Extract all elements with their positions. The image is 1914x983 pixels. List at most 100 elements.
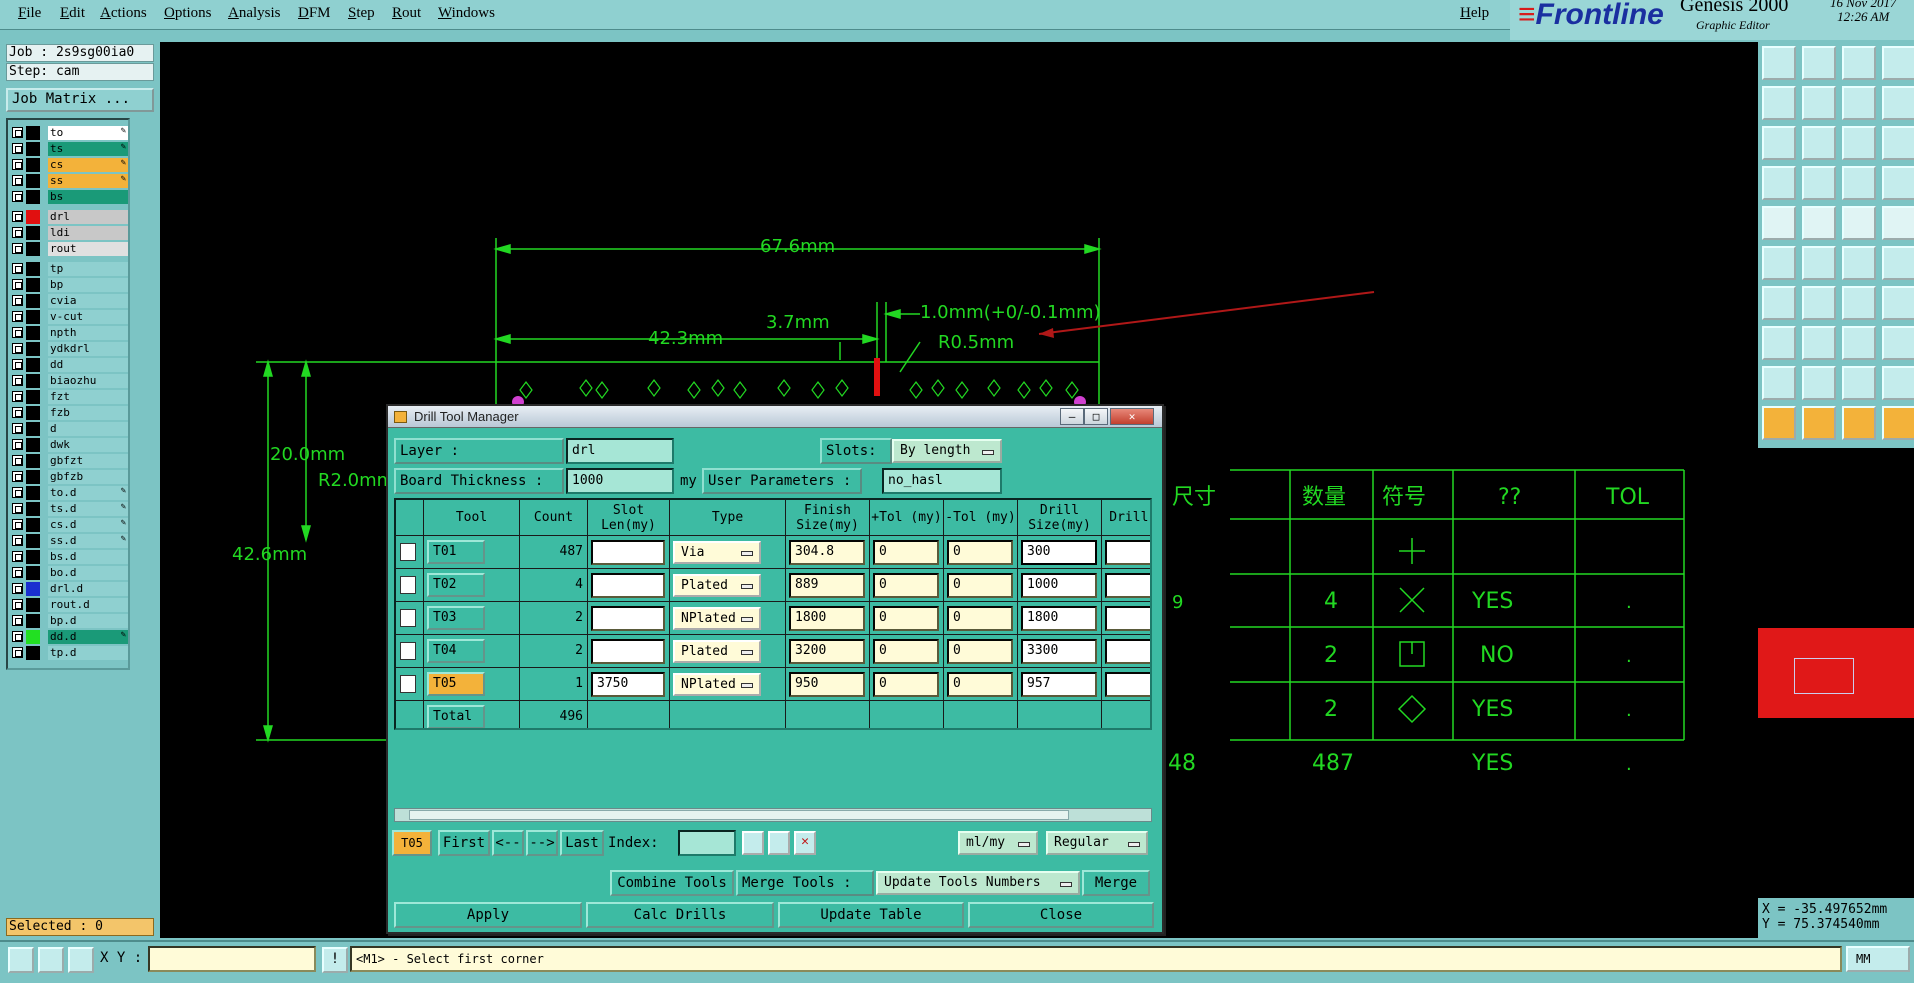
layer-row-bs-d[interactable]: bs.d [12,550,128,564]
alert-icon[interactable]: ! [322,947,348,973]
import-icon[interactable] [1762,86,1796,120]
slash-icon[interactable] [1802,286,1836,320]
layer-color-swatch[interactable] [26,502,40,516]
layer-name[interactable]: rout.d [48,598,128,612]
type-dropdown[interactable]: Plated [673,640,761,663]
layer-row-rout-d[interactable]: rout.d [12,598,128,612]
layer-color-swatch[interactable] [26,454,40,468]
measure-icon[interactable] [1762,166,1796,200]
net-icon[interactable] [1842,166,1876,200]
menu-analysis[interactable]: Analysis [228,5,281,22]
pointer-icon[interactable] [1802,406,1836,440]
line-icon[interactable] [1842,246,1876,280]
overview-viewport[interactable] [1794,658,1854,694]
drill-size-input[interactable]: 3300 [1021,639,1097,664]
split-icon[interactable] [1882,86,1914,120]
layer-name[interactable]: fzt [48,390,128,404]
layer-name[interactable]: to.d [48,486,128,500]
layer-name[interactable]: ydkdrl [48,342,128,356]
layer-row-gbfzb[interactable]: gbfzb [12,470,128,484]
layer-name[interactable]: biaozhu [48,374,128,388]
rotate-select-icon[interactable] [1842,406,1876,440]
layer-name[interactable]: ss [48,174,128,188]
layer-name[interactable]: gbfzt [48,454,128,468]
drill-size-input[interactable]: 1000 [1021,573,1097,598]
tool-button[interactable]: T02 [427,573,485,597]
layer-row-ydkdrl[interactable]: ydkdrl [12,342,128,356]
layer-name[interactable]: cs [48,158,128,172]
layer-checkbox[interactable] [12,567,23,578]
layer-row-v-cut[interactable]: v-cut [12,310,128,324]
layer-name[interactable]: bo.d [48,566,128,580]
row-expand-icon[interactable] [400,642,416,660]
layer-row-bp-d[interactable]: bp.d [12,614,128,628]
layer-row-dd[interactable]: dd [12,358,128,372]
layer-checkbox[interactable] [12,343,23,354]
layer-name[interactable]: ts [48,142,128,156]
layer-row-cvia[interactable]: cvia [12,294,128,308]
layer-color-swatch[interactable] [26,278,40,292]
minus-tol-input[interactable]: 0 [947,639,1013,664]
layer-checkbox[interactable] [12,583,23,594]
layer-row-ss-d[interactable]: ss.d ✎ [12,534,128,548]
layer-row-gbfzt[interactable]: gbfzt [12,454,128,468]
layer-color-swatch[interactable] [26,174,40,188]
regular-mode-dropdown[interactable]: Regular [1046,831,1148,855]
slot-length-input[interactable] [591,639,665,664]
drill-des-input[interactable] [1105,540,1150,565]
slot-length-input[interactable] [591,540,665,565]
layer-name[interactable]: cvia [48,294,128,308]
layer-checkbox[interactable] [12,279,23,290]
layer-color-swatch[interactable] [26,406,40,420]
layer-name[interactable]: ldi [48,226,128,240]
layer-checkbox[interactable] [12,647,23,658]
triangle-icon[interactable] [1762,366,1796,400]
minus-tol-input[interactable]: 0 [947,672,1013,697]
connect-icon[interactable] [1762,246,1796,280]
layer-name[interactable]: drl [48,210,128,224]
finish-size-input[interactable]: 950 [789,672,865,697]
layer-name[interactable]: v-cut [48,310,128,324]
layer-color-swatch[interactable] [26,614,40,628]
font-icon[interactable] [1882,286,1914,320]
menu-help[interactable]: Help [1460,5,1489,22]
minus-tol-input[interactable]: 0 [947,540,1013,565]
delete-icon[interactable]: ✕ [794,831,816,855]
layer-row-to[interactable]: to ✎ [12,126,128,140]
layer-name[interactable]: dd.d [48,630,128,644]
overview-panel[interactable] [1758,448,1914,898]
drill-des-input[interactable] [1105,639,1150,664]
peak-icon[interactable] [1882,366,1914,400]
layer-checkbox[interactable] [12,295,23,306]
layer-row-d[interactable]: d [12,422,128,436]
layer-row-rout[interactable]: rout [12,242,128,256]
next-button[interactable]: --> [526,830,558,856]
thickness-field[interactable]: 1000 [566,468,674,494]
tool-button[interactable]: T01 [427,540,485,564]
layer-row-ts-d[interactable]: ts.d ✎ [12,502,128,516]
fit-icon[interactable] [1762,126,1796,160]
menu-options[interactable]: Options [164,5,212,22]
drill-des-input[interactable] [1105,672,1150,697]
layer-color-swatch[interactable] [26,470,40,484]
layer-checkbox[interactable] [12,599,23,610]
layer-checkbox[interactable] [12,311,23,322]
units-dropdown[interactable]: MM [1846,946,1910,972]
layer-checkbox[interactable] [12,327,23,338]
layer-color-swatch[interactable] [26,630,40,644]
arc-icon[interactable] [1842,286,1876,320]
layer-checkbox[interactable] [12,471,23,482]
type-dropdown[interactable]: NPlated [673,673,761,696]
plus-tol-input[interactable]: 0 [873,606,939,631]
type-dropdown[interactable]: Via [673,541,761,564]
layer-row-drl[interactable]: drl [12,210,128,224]
slot-length-input[interactable] [591,606,665,631]
menu-file[interactable]: File [18,5,41,22]
copy-icon[interactable] [1762,326,1796,360]
layer-checkbox[interactable] [12,263,23,274]
layer-color-swatch[interactable] [26,210,40,224]
layer-color-swatch[interactable] [26,126,40,140]
layer-field[interactable]: drl [566,438,674,464]
layer-row-ts[interactable]: ts ✎ [12,142,128,156]
layer-color-swatch[interactable] [26,158,40,172]
